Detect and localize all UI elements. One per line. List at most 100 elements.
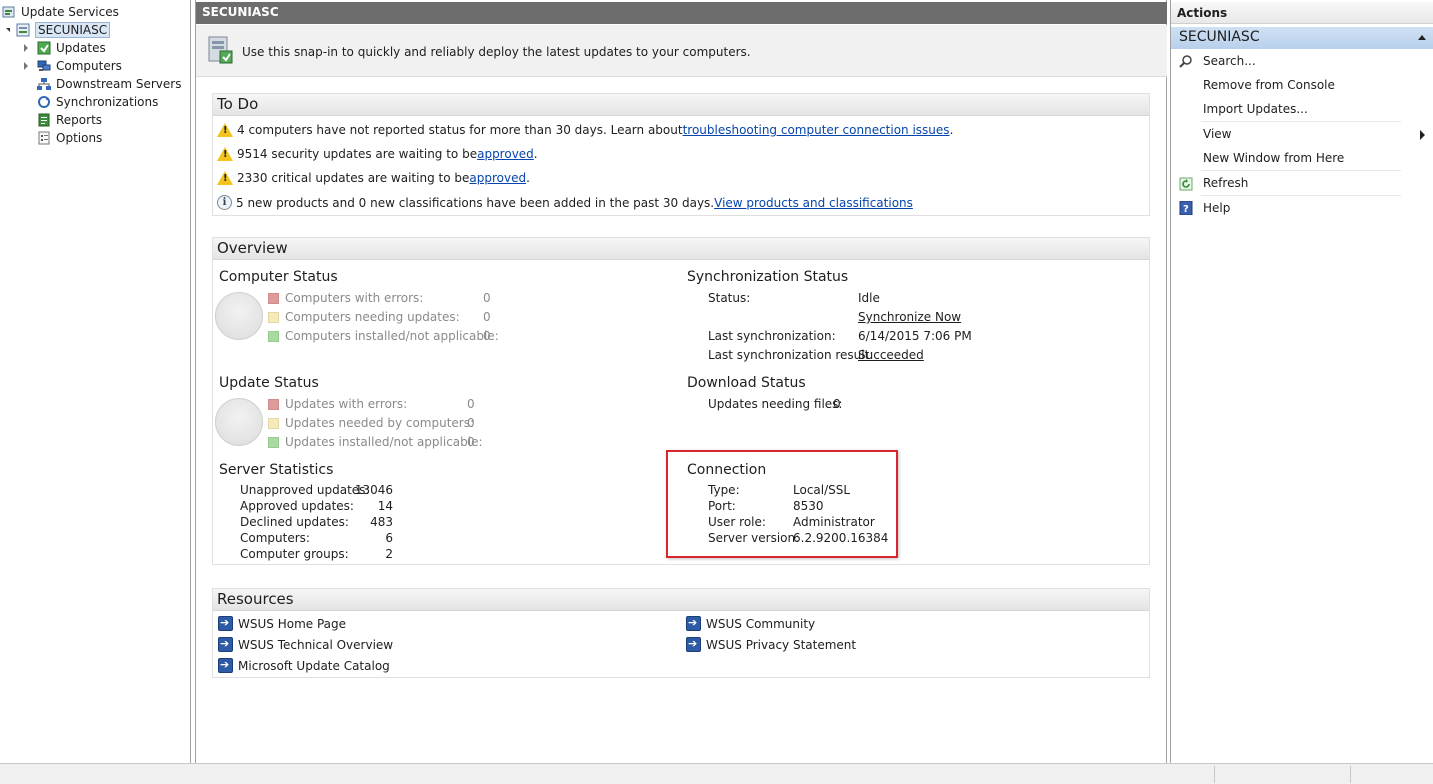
refresh-icon — [1179, 177, 1193, 191]
approved-security-link[interactable]: approved — [477, 147, 534, 161]
download-label: Updates needing files: — [708, 397, 843, 411]
tree-item-reports[interactable]: Reports — [37, 111, 102, 129]
collapse-arrow-icon[interactable] — [6, 28, 10, 32]
wsus-home-page-link[interactable]: WSUS Home Page — [218, 616, 346, 631]
search-icon — [1179, 54, 1193, 68]
update-services-icon — [2, 5, 16, 19]
resource-label: WSUS Home Page — [238, 616, 346, 631]
connection-label: Port: — [708, 499, 736, 513]
connection-value: Administrator — [793, 515, 875, 529]
todo-item: 9514 security updates are waiting to be … — [217, 147, 538, 161]
installed-swatch — [268, 436, 279, 448]
legend-row: Updates with errors: — [268, 397, 407, 411]
tree-item-options[interactable]: Options — [37, 129, 102, 147]
todo-suffix: . — [949, 123, 954, 137]
actions-pane: Actions SECUNIASC Search... Remove from … — [1170, 0, 1433, 763]
legend-label: Computers installed/not applicable: — [285, 329, 499, 343]
legend-label: Updates needed by computers: — [285, 416, 475, 430]
computer-status-title: Computer Status — [219, 269, 338, 285]
svg-text:?: ? — [1183, 204, 1189, 215]
stat-label: Declined updates: — [240, 515, 349, 529]
connection-label: User role: — [708, 515, 766, 529]
last-result-label: Last synchronization result: — [708, 348, 874, 362]
collapse-up-icon[interactable] — [1418, 35, 1426, 40]
installed-swatch — [268, 330, 279, 342]
sync-status-label: Status: — [708, 291, 751, 305]
tree-root-update-services[interactable]: Update Services — [2, 3, 119, 21]
sync-status-title: Synchronization Status — [687, 269, 849, 285]
updates-icon — [37, 41, 51, 55]
expand-arrow-icon[interactable] — [24, 44, 28, 52]
actions-group-header[interactable]: SECUNIASC — [1171, 27, 1433, 49]
help-action[interactable]: Help — [1203, 201, 1230, 215]
synchronize-now-link[interactable]: Synchronize Now — [858, 310, 961, 324]
todo-suffix: . — [526, 171, 530, 185]
legend-row: Computers installed/not applicable: — [268, 329, 499, 343]
legend-label: Computers needing updates: — [285, 310, 460, 324]
todo-title: To Do — [213, 94, 1149, 116]
stat-value: 2 — [385, 547, 393, 561]
import-updates-action[interactable]: Import Updates... — [1203, 102, 1308, 116]
remove-from-console-action[interactable]: Remove from Console — [1203, 78, 1335, 92]
todo-text: 5 new products and 0 new classifications… — [236, 195, 715, 210]
resource-label: WSUS Privacy Statement — [706, 637, 857, 652]
microsoft-update-catalog-link[interactable]: Microsoft Update Catalog — [218, 658, 390, 673]
todo-text: 2330 critical updates are waiting to be — [237, 171, 470, 185]
tree-item-downstream-servers[interactable]: Downstream Servers — [37, 75, 181, 93]
legend-row: Computers with errors: — [268, 291, 423, 305]
wsus-community-link[interactable]: WSUS Community — [686, 616, 815, 631]
connection-title: Connection — [687, 462, 767, 478]
legend-value: 0 — [467, 397, 475, 411]
legend-value: 0 — [467, 416, 475, 430]
legend-row: Computers needing updates: — [268, 310, 460, 324]
search-action[interactable]: Search... — [1203, 54, 1256, 68]
info-icon: i — [217, 195, 232, 210]
todo-item: 2330 critical updates are waiting to be … — [217, 171, 530, 185]
needing-swatch — [268, 311, 279, 323]
download-value: 0 — [833, 397, 841, 411]
tree-item-updates[interactable]: Updates — [24, 39, 106, 57]
actions-divider — [1201, 121, 1401, 122]
computers-icon — [37, 59, 51, 73]
last-sync-value: 6/14/2015 7:06 PM — [858, 329, 972, 343]
tree-item-label: Computers — [56, 59, 122, 73]
approved-critical-link[interactable]: approved — [469, 171, 526, 185]
intro-banner: Use this snap-in to quickly and reliably… — [196, 25, 1167, 77]
download-status-title: Download Status — [687, 375, 806, 391]
last-result-link[interactable]: Succeeded — [858, 348, 924, 362]
new-window-action[interactable]: New Window from Here — [1203, 151, 1344, 165]
warning-icon — [217, 123, 233, 137]
resource-label: WSUS Community — [706, 616, 816, 631]
tree-item-computers[interactable]: Computers — [24, 57, 122, 75]
actions-divider — [1201, 195, 1401, 196]
legend-value: 0 — [483, 291, 491, 305]
todo-section: To Do 4 computers have not reported stat… — [212, 93, 1150, 216]
connection-label: Type: — [708, 483, 740, 497]
todo-text: 4 computers have not reported status for… — [237, 123, 683, 137]
arrow-link-icon — [218, 637, 233, 652]
wsus-privacy-statement-link[interactable]: WSUS Privacy Statement — [686, 637, 856, 652]
legend-value: 0 — [483, 329, 491, 343]
legend-value: 0 — [467, 435, 475, 449]
tree-item-synchronizations[interactable]: Synchronizations — [37, 93, 158, 111]
help-icon: ? — [1179, 200, 1193, 216]
wsus-technical-overview-link[interactable]: WSUS Technical Overview — [218, 637, 393, 652]
warning-icon — [217, 171, 233, 185]
options-icon — [37, 131, 51, 145]
troubleshooting-link[interactable]: troubleshooting computer connection issu… — [683, 123, 950, 137]
server-icon — [16, 23, 30, 37]
view-products-link[interactable]: View products and classifications — [714, 196, 913, 210]
stat-label: Unapproved updates: — [240, 483, 370, 497]
legend-label: Updates installed/not applicable: — [285, 435, 483, 449]
synchronizations-icon — [37, 95, 51, 109]
stat-label: Approved updates: — [240, 499, 354, 513]
tree-server-secuniasc[interactable]: SECUNIASC — [6, 21, 111, 39]
refresh-action[interactable]: Refresh — [1203, 176, 1248, 190]
view-action[interactable]: View — [1203, 127, 1231, 141]
expand-arrow-icon[interactable] — [24, 62, 28, 70]
legend-value: 0 — [483, 310, 491, 324]
legend-label: Updates with errors: — [285, 397, 408, 411]
arrow-link-icon — [218, 658, 233, 673]
connection-value: 8530 — [793, 499, 824, 513]
arrow-link-icon — [686, 616, 701, 631]
